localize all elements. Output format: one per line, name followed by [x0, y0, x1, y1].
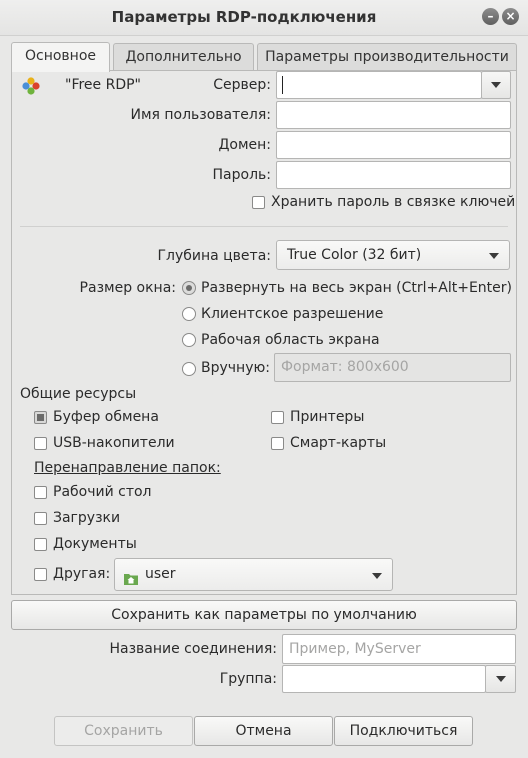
printers-label: Принтеры	[290, 409, 365, 425]
radio-fullscreen[interactable]	[182, 281, 196, 295]
server-dropdown-button[interactable]	[481, 71, 511, 99]
folder-redirection-heading: Перенаправление папок:	[34, 460, 221, 476]
tab-advanced[interactable]: Дополнительно	[113, 43, 254, 71]
server-label: Сервер:	[213, 77, 271, 93]
smartcards-checkbox[interactable]	[271, 437, 284, 450]
group-dropdown-button[interactable]	[485, 665, 516, 693]
password-label: Пароль:	[212, 167, 271, 183]
minimize-button[interactable]: –	[482, 8, 499, 25]
other-folder-chooser[interactable]: user	[114, 558, 393, 591]
printers-checkbox[interactable]	[271, 411, 284, 424]
smartcards-label: Смарт-карты	[290, 435, 387, 451]
group-input[interactable]	[282, 665, 486, 693]
tab-performance[interactable]: Параметры производительности	[257, 43, 517, 71]
chevron-down-icon	[496, 676, 506, 682]
keyring-label: Хранить пароль в связке ключей	[271, 194, 516, 210]
connect-button[interactable]: Подключиться	[334, 716, 473, 746]
save-button[interactable]: Сохранить	[54, 716, 193, 746]
chevron-down-icon	[491, 82, 501, 88]
color-depth-dropdown[interactable]: True Color (32 бит)	[276, 240, 510, 270]
username-input[interactable]	[276, 101, 511, 129]
downloads-label: Загрузки	[53, 510, 121, 526]
documents-label: Документы	[53, 536, 137, 552]
radio-workarea-label: Рабочая область экрана	[201, 332, 380, 348]
title-bar: Параметры RDP-подключения – ×	[0, 0, 528, 36]
password-input[interactable]	[276, 161, 511, 189]
other-folder-value: user	[145, 566, 176, 582]
radio-workarea[interactable]	[182, 333, 196, 347]
clipboard-label: Буфер обмена	[53, 409, 159, 425]
clipboard-checkbox[interactable]	[34, 411, 47, 424]
usb-checkbox[interactable]	[34, 437, 47, 450]
other-folder-label: Другая:	[53, 566, 111, 582]
save-as-default-button[interactable]: Сохранить как параметры по умолчанию	[11, 600, 517, 630]
color-depth-label: Глубина цвета:	[157, 248, 271, 264]
desktop-label: Рабочий стол	[53, 484, 152, 500]
radio-fullscreen-label: Развернуть на весь экран (Ctrl+Alt+Enter…	[201, 280, 512, 296]
close-button[interactable]: ×	[502, 8, 519, 25]
downloads-checkbox[interactable]	[34, 512, 47, 525]
domain-label: Домен:	[218, 137, 271, 153]
protocol-name: "Free RDP"	[65, 77, 141, 93]
connection-name-input[interactable]: Пример, MyServer	[282, 634, 516, 664]
shared-resources-heading: Общие ресурсы	[20, 386, 137, 402]
home-folder-icon	[123, 567, 139, 585]
chevron-down-icon	[372, 573, 382, 579]
cancel-button[interactable]: Отмена	[194, 716, 333, 746]
documents-checkbox[interactable]	[34, 538, 47, 551]
window-title: Параметры RDP-подключения	[111, 8, 377, 26]
usb-label: USB-накопители	[53, 435, 175, 451]
color-depth-value: True Color (32 бит)	[287, 247, 422, 263]
radio-client-resolution[interactable]	[182, 307, 196, 321]
connection-name-label: Название соединения:	[109, 641, 277, 657]
window-size-label: Размер окна:	[79, 280, 176, 296]
keyring-checkbox[interactable]	[252, 196, 265, 209]
chevron-down-icon	[489, 253, 499, 259]
radio-client-resolution-label: Клиентское разрешение	[201, 306, 384, 322]
server-input[interactable]	[276, 71, 482, 99]
group-label: Группа:	[219, 671, 277, 687]
username-label: Имя пользователя:	[130, 107, 271, 123]
manual-size-input[interactable]: Формат: 800x600	[274, 353, 511, 382]
separator	[20, 226, 508, 227]
desktop-checkbox[interactable]	[34, 486, 47, 499]
tab-general[interactable]: Основное	[11, 42, 110, 72]
radio-manual[interactable]	[182, 362, 196, 376]
freerdp-icon	[22, 77, 40, 95]
domain-input[interactable]	[276, 131, 511, 159]
other-folder-checkbox[interactable]	[34, 568, 47, 581]
radio-manual-label: Вручную:	[201, 360, 270, 376]
text-cursor	[282, 76, 283, 94]
